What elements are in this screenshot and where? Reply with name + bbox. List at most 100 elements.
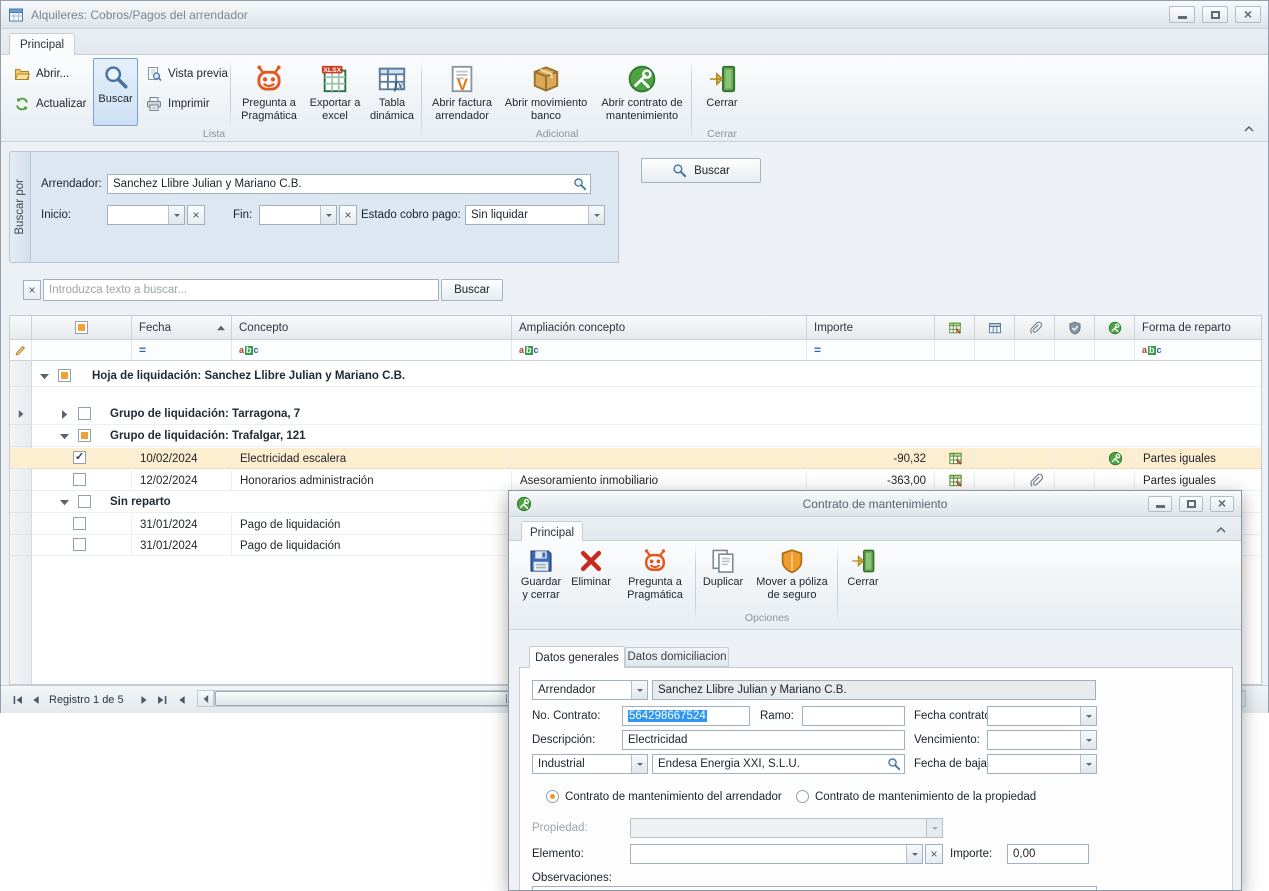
- mantenimiento-link-icon[interactable]: [1108, 451, 1123, 466]
- filter-icon-cell[interactable]: [1095, 340, 1135, 361]
- close-button[interactable]: [1235, 6, 1261, 23]
- cerrar-button[interactable]: Cerrar: [697, 58, 747, 126]
- fin-clear-button[interactable]: [339, 205, 357, 225]
- estado-combo[interactable]: Sin liquidar: [465, 205, 605, 225]
- duplicar-button[interactable]: Duplicar: [699, 544, 747, 609]
- radio-contrato-arrendador[interactable]: [546, 790, 559, 803]
- dropdown-arrow-icon[interactable]: [631, 681, 647, 699]
- column-importe-header[interactable]: Importe: [807, 316, 935, 340]
- column-fecha-header[interactable]: Fecha: [132, 316, 232, 340]
- mover-poliza-button[interactable]: Mover a póliza de seguro: [749, 544, 835, 609]
- minimize-button[interactable]: [1169, 6, 1195, 23]
- filter-fecha-cell[interactable]: [132, 340, 232, 361]
- filter-importe-cell[interactable]: [807, 340, 935, 361]
- ribbon-collapse-button[interactable]: [1239, 121, 1259, 136]
- column-adjunto-header[interactable]: [1015, 316, 1055, 340]
- dropdown-arrow-icon[interactable]: [1080, 707, 1096, 725]
- nav-next-button[interactable]: [135, 691, 153, 709]
- column-factura-header[interactable]: [975, 316, 1015, 340]
- fin-date-combo[interactable]: [259, 205, 337, 225]
- elemento-combo[interactable]: [630, 844, 923, 864]
- buscar-toggle-button[interactable]: Buscar: [93, 58, 138, 126]
- abrir-factura-button[interactable]: Abrir factura arrendador: [427, 58, 497, 126]
- tab-datos-domiciliacion[interactable]: Datos domiciliacion: [625, 647, 729, 667]
- group-checkbox[interactable]: [78, 495, 91, 508]
- no-contrato-input[interactable]: 564298667524: [622, 706, 750, 726]
- collapse-icon[interactable]: [60, 498, 69, 507]
- descripcion-input[interactable]: Electricidad: [622, 730, 905, 750]
- fecha-baja-combo[interactable]: [987, 754, 1097, 774]
- banco-link-icon[interactable]: [948, 451, 963, 466]
- data-row-electricidad[interactable]: 10/02/2024 Electricidad escalera -90,32 …: [10, 448, 1261, 469]
- lookup-search-icon[interactable]: [573, 177, 587, 191]
- dropdown-arrow-icon[interactable]: [1080, 731, 1096, 749]
- collapse-icon[interactable]: [40, 372, 49, 381]
- group-row-hoja[interactable]: Hoja de liquidación: Sanchez Llibre Juli…: [10, 366, 1261, 387]
- row-checkbox[interactable]: [73, 451, 86, 464]
- dropdown-arrow-icon[interactable]: [320, 206, 336, 224]
- dropdown-arrow-icon[interactable]: [168, 206, 184, 224]
- abrir-button[interactable]: Abrir...: [11, 63, 72, 85]
- inicio-date-combo[interactable]: [107, 205, 185, 225]
- filter-select-cell[interactable]: [32, 340, 132, 361]
- radio-contrato-propiedad-label[interactable]: Contrato de mantenimiento de la propieda…: [815, 787, 1036, 807]
- filter-icon-cell[interactable]: [935, 340, 975, 361]
- nav-prev-page-button[interactable]: [173, 691, 191, 709]
- radio-contrato-propiedad[interactable]: [796, 790, 809, 803]
- row-checkbox[interactable]: [73, 473, 86, 486]
- buscar-por-tab[interactable]: Buscar por: [9, 151, 30, 263]
- column-concepto-header[interactable]: Concepto: [232, 316, 512, 340]
- findbar-buscar-button[interactable]: Buscar: [441, 279, 503, 301]
- industrial-combo[interactable]: Industrial: [532, 754, 648, 774]
- maximize-button[interactable]: [1202, 6, 1228, 23]
- column-select-header[interactable]: [32, 316, 132, 340]
- dialog-cerrar-button[interactable]: Cerrar: [841, 544, 885, 609]
- column-forma-header[interactable]: Forma de reparto: [1135, 316, 1261, 340]
- filter-forma-cell[interactable]: [1135, 340, 1261, 361]
- panel-buscar-button[interactable]: Buscar: [641, 158, 761, 183]
- radio-contrato-arrendador-label[interactable]: Contrato de mantenimiento del arrendador: [565, 787, 782, 807]
- abrir-contrato-button[interactable]: Abrir contrato de mantenimiento: [595, 58, 689, 126]
- group-checkbox[interactable]: [78, 429, 91, 442]
- lookup-search-icon[interactable]: [887, 757, 901, 771]
- imprimir-button[interactable]: Imprimir: [143, 93, 213, 115]
- tab-principal[interactable]: Principal: [9, 33, 75, 56]
- dropdown-arrow-icon[interactable]: [588, 206, 604, 224]
- industrial-lookup-field[interactable]: Endesa Energia XXI, S.L.U.: [652, 754, 905, 774]
- abrir-movimiento-banco-button[interactable]: Abrir movimiento banco: [501, 58, 591, 126]
- hscroll-left-arrow[interactable]: [197, 690, 214, 707]
- nav-prev-button[interactable]: [27, 691, 45, 709]
- column-ampliacion-header[interactable]: Ampliación concepto: [512, 316, 807, 340]
- vista-previa-button[interactable]: Vista previa: [143, 63, 231, 85]
- column-banco-header[interactable]: [935, 316, 975, 340]
- group-row-trafalgar[interactable]: Grupo de liquidación: Trafalgar, 121: [10, 426, 1261, 447]
- filter-icon-cell[interactable]: [975, 340, 1015, 361]
- elemento-clear-button[interactable]: [925, 844, 943, 864]
- pregunta-pragmatica-button[interactable]: Pregunta a Pragmática: [235, 58, 303, 126]
- eliminar-button[interactable]: Eliminar: [569, 544, 613, 609]
- arrendador-type-combo[interactable]: Arrendador: [532, 680, 648, 700]
- exportar-excel-button[interactable]: Exportar a excel: [307, 58, 363, 126]
- group-checkbox[interactable]: [78, 407, 91, 420]
- data-row-honorarios[interactable]: 12/02/2024 Honorarios administración Ase…: [10, 470, 1261, 491]
- tabla-dinamica-button[interactable]: Tabla dinámica: [365, 58, 419, 126]
- column-mantenimiento-header[interactable]: [1095, 316, 1135, 340]
- vencimiento-combo[interactable]: [987, 730, 1097, 750]
- dropdown-arrow-icon[interactable]: [906, 845, 922, 863]
- banco-link-icon[interactable]: [948, 473, 963, 488]
- filter-concepto-cell[interactable]: [232, 340, 512, 361]
- filter-ampliacion-cell[interactable]: [512, 340, 807, 361]
- findbar-close-button[interactable]: [23, 280, 41, 300]
- tab-datos-generales[interactable]: Datos generales: [529, 646, 625, 668]
- select-all-checkbox[interactable]: [75, 321, 88, 334]
- column-seguro-header[interactable]: [1055, 316, 1095, 340]
- find-input[interactable]: [43, 279, 439, 301]
- filter-icon-cell[interactable]: [1055, 340, 1095, 361]
- group-row-tarragona[interactable]: Grupo de liquidación: Tarragona, 7: [10, 404, 1261, 425]
- collapse-icon[interactable]: [60, 432, 69, 441]
- expand-icon[interactable]: [60, 410, 69, 419]
- inicio-clear-button[interactable]: [187, 205, 205, 225]
- paperclip-icon[interactable]: [1028, 473, 1043, 488]
- importe-input[interactable]: 0,00: [1007, 844, 1089, 864]
- row-checkbox[interactable]: [73, 538, 86, 551]
